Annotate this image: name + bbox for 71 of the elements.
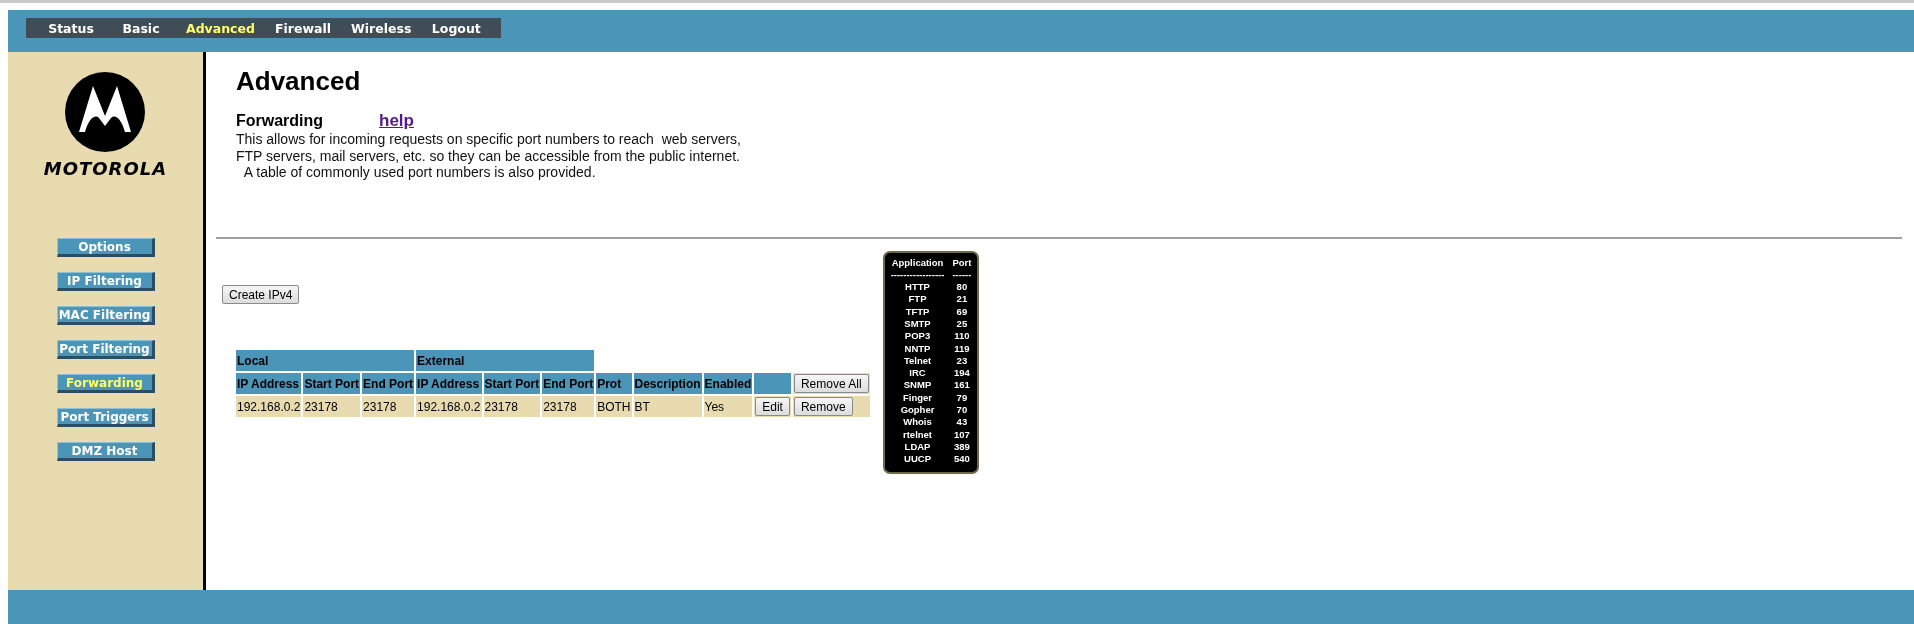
remove-all-button[interactable]: Remove All: [793, 374, 869, 393]
application-name: SMTP: [903, 318, 932, 331]
table-cell: BT: [633, 396, 702, 417]
application-name: UUCP: [903, 453, 932, 466]
port-number: 540: [952, 453, 971, 466]
help-link[interactable]: help: [379, 111, 414, 131]
nav-tab[interactable]: Logout: [421, 20, 492, 36]
table-cell: 23178: [303, 396, 361, 417]
table-cell: 192.168.0.2: [416, 396, 482, 417]
application-name: SNMP: [902, 379, 933, 392]
table-cell: 23178: [362, 396, 415, 417]
port-number: 194: [952, 367, 971, 380]
column-header: Start Port: [483, 373, 541, 394]
create-button[interactable]: Create IPv4: [222, 285, 300, 304]
port-number: 119: [953, 342, 971, 355]
nav-tab[interactable]: Advanced: [176, 20, 265, 36]
group-header: External: [416, 350, 595, 371]
table-cell: Yes: [703, 396, 753, 417]
port-number: 70: [955, 404, 969, 417]
port-number: 43: [955, 416, 969, 429]
column-header: IP Address: [416, 373, 482, 394]
column-header: End Port: [362, 373, 415, 394]
column-header: Description: [633, 373, 702, 394]
application-name: IRC: [908, 367, 927, 380]
application-name: NNTP: [903, 342, 932, 355]
column-header: Enabled: [703, 373, 753, 394]
remove-button[interactable]: Remove: [793, 397, 853, 416]
port-number: 79: [955, 391, 969, 405]
table-cell: 192.168.0.2: [236, 396, 302, 417]
port-number: 21: [955, 293, 969, 306]
port-number: 25: [955, 318, 969, 331]
table-cell: 23178: [542, 396, 595, 417]
column-header: End Port: [542, 373, 595, 394]
group-header: Local: [236, 350, 415, 371]
application-name: Whois: [902, 416, 933, 429]
application-name: Telnet: [902, 354, 933, 368]
application-name: FTP: [907, 293, 928, 306]
logo-icon: [65, 72, 146, 152]
dash-rule: -----------------: [890, 268, 945, 282]
application-name: Finger: [902, 391, 934, 405]
dash-rule: ------: [952, 268, 972, 282]
port-number: 161: [952, 379, 971, 392]
edit-button[interactable]: Edit: [755, 397, 790, 416]
column-header: Prot: [596, 373, 632, 394]
port-number: 23: [955, 354, 969, 368]
nav-tab[interactable]: Firewall: [264, 20, 341, 36]
port-number: 69: [955, 305, 969, 318]
application-name: Gopher: [899, 404, 936, 417]
application-name: HTTP: [904, 281, 931, 294]
application-name: POP3: [903, 330, 932, 343]
table-cell: BOTH: [596, 396, 632, 417]
nav-tab[interactable]: Wireless: [341, 20, 422, 36]
column-header: Start Port: [303, 373, 361, 394]
port-number: 389: [952, 440, 971, 454]
port-table-header: Application: [890, 256, 945, 269]
port-number: 80: [955, 281, 969, 294]
page-title: Advanced: [236, 66, 362, 97]
table-cell: 23178: [483, 396, 541, 417]
port-table-header: Port: [952, 256, 972, 269]
port-number: 110: [953, 330, 971, 343]
description: This allows for incoming requests on specific port numbers to reach web servers, FTP servers, mail servers, etc. so they can be accessible from the public internet. A table of commonly used port numbers is also provided.: [236, 131, 742, 181]
column-header: IP Address: [236, 373, 302, 394]
application-name: LDAP: [903, 440, 932, 454]
nav-tab[interactable]: Status: [36, 20, 106, 36]
brand-name: MOTOROLA: [43, 158, 168, 179]
application-name: rtelnet: [902, 428, 934, 441]
nav-tab[interactable]: Basic: [106, 20, 176, 36]
column-header: [754, 373, 791, 394]
application-name: TFTP: [904, 305, 931, 318]
section-title: Forwarding: [236, 112, 325, 130]
port-number: 107: [952, 428, 971, 441]
